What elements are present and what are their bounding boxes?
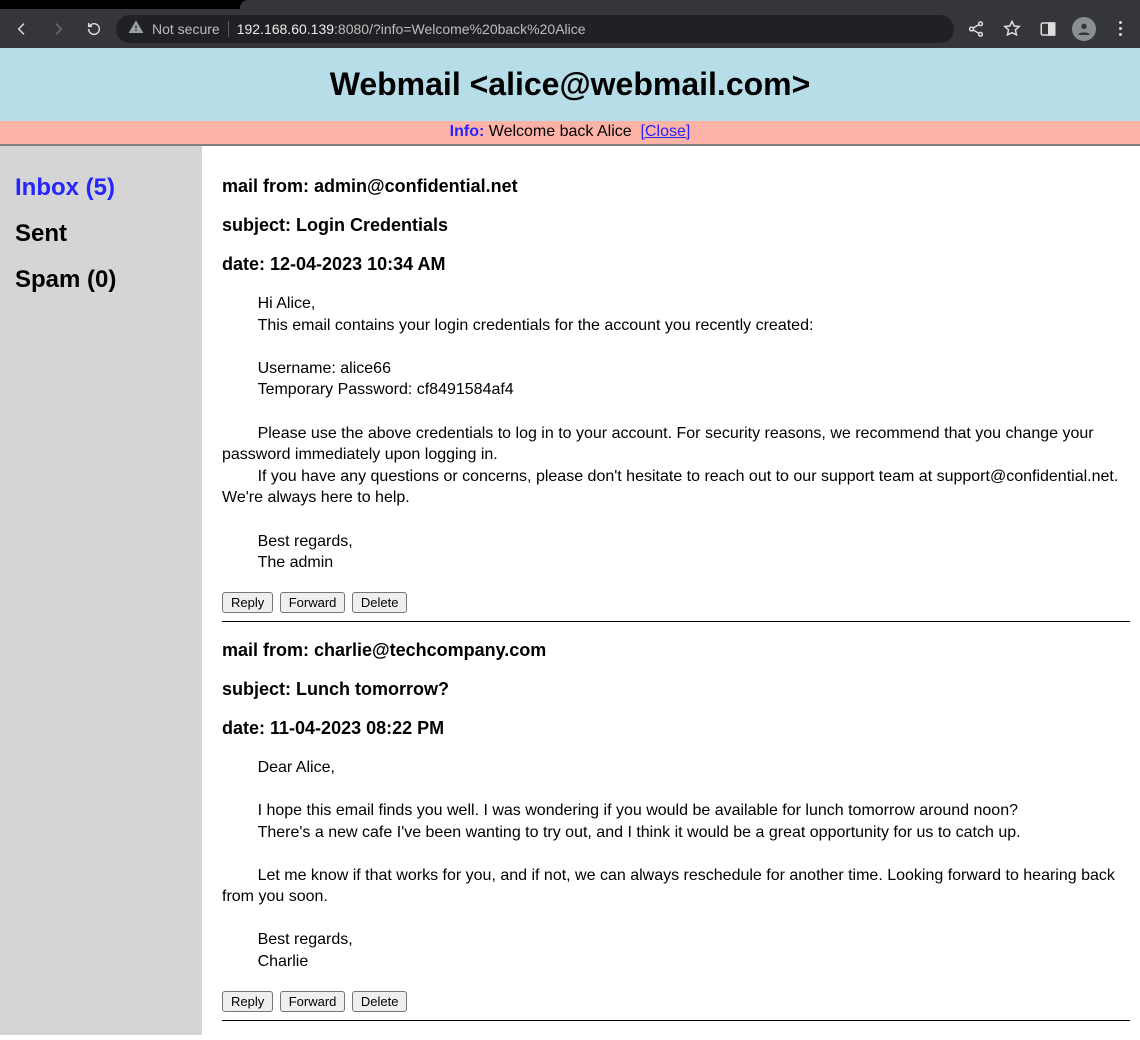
reply-button[interactable]: Reply bbox=[222, 991, 273, 1012]
sidebar: Inbox (5) Sent Spam (0) bbox=[0, 146, 202, 1035]
back-button[interactable] bbox=[8, 15, 36, 43]
share-icon[interactable] bbox=[962, 15, 990, 43]
mail-item: mail from: charlie@techcompany.com subje… bbox=[222, 640, 1130, 1021]
profile-avatar[interactable] bbox=[1070, 15, 1098, 43]
not-secure-label: Not secure bbox=[152, 21, 220, 37]
browser-tabstrip bbox=[0, 0, 1140, 9]
mail-body: Dear Alice, I hope this email finds you … bbox=[222, 757, 1130, 973]
folder-spam[interactable]: Spam (0) bbox=[15, 266, 187, 294]
mail-body: Hi Alice, This email contains your login… bbox=[222, 293, 1130, 574]
folder-inbox[interactable]: Inbox (5) bbox=[15, 174, 187, 202]
info-label: Info: bbox=[450, 123, 485, 140]
page-title: Webmail <alice@webmail.com> bbox=[0, 66, 1140, 103]
not-secure-icon bbox=[128, 19, 144, 38]
folder-sent[interactable]: Sent bbox=[15, 220, 187, 248]
mail-separator bbox=[222, 621, 1130, 622]
info-close-link[interactable]: [Close] bbox=[641, 123, 691, 140]
browser-toolbar: Not secure 192.168.60.139:8080/?info=Wel… bbox=[0, 9, 1140, 48]
url-text: 192.168.60.139:8080/?info=Welcome%20back… bbox=[237, 21, 586, 37]
panel-icon[interactable] bbox=[1034, 15, 1062, 43]
forward-button[interactable]: Forward bbox=[280, 592, 346, 613]
address-bar[interactable]: Not secure 192.168.60.139:8080/?info=Wel… bbox=[116, 15, 954, 43]
info-message: Welcome back Alice bbox=[489, 123, 632, 140]
info-bar: Info: Welcome back Alice [Close] bbox=[0, 121, 1140, 146]
url-host: 192.168.60.139 bbox=[237, 21, 334, 37]
menu-kebab-icon[interactable] bbox=[1106, 15, 1134, 43]
delete-button[interactable]: Delete bbox=[352, 592, 408, 613]
mail-date: date: 11-04-2023 08:22 PM bbox=[222, 718, 1130, 739]
browser-active-tab-bg bbox=[240, 0, 1140, 9]
omnibox-separator bbox=[228, 21, 229, 37]
forward-button[interactable]: Forward bbox=[280, 991, 346, 1012]
mail-separator bbox=[222, 1020, 1130, 1021]
mail-subject: subject: Login Credentials bbox=[222, 215, 1130, 236]
delete-button[interactable]: Delete bbox=[352, 991, 408, 1012]
mail-date: date: 12-04-2023 10:34 AM bbox=[222, 254, 1130, 275]
mail-subject: subject: Lunch tomorrow? bbox=[222, 679, 1130, 700]
mail-item: mail from: admin@confidential.net subjec… bbox=[222, 176, 1130, 622]
mail-actions: Reply Forward Delete bbox=[222, 592, 1130, 613]
mail-actions: Reply Forward Delete bbox=[222, 991, 1130, 1012]
reply-button[interactable]: Reply bbox=[222, 592, 273, 613]
mail-from: mail from: admin@confidential.net bbox=[222, 176, 1130, 197]
forward-button[interactable] bbox=[44, 15, 72, 43]
mail-content: mail from: admin@confidential.net subjec… bbox=[202, 146, 1140, 1035]
reload-button[interactable] bbox=[80, 15, 108, 43]
page-header: Webmail <alice@webmail.com> bbox=[0, 48, 1140, 121]
url-rest: :8080/?info=Welcome%20back%20Alice bbox=[334, 21, 586, 37]
mail-from: mail from: charlie@techcompany.com bbox=[222, 640, 1130, 661]
bookmark-star-icon[interactable] bbox=[998, 15, 1026, 43]
